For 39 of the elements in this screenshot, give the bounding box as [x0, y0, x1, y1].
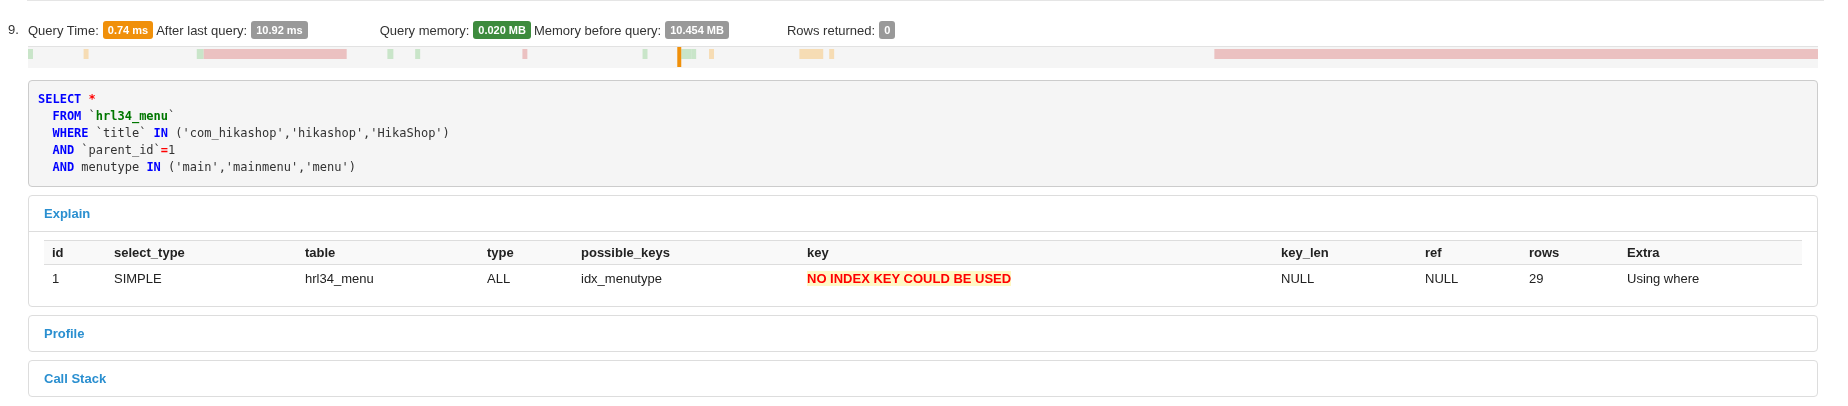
stat-label: Rows returned:: [786, 22, 876, 38]
panel-header-link[interactable]: Call Stack: [29, 361, 1817, 396]
table-cell: hrl34_menu: [305, 271, 374, 286]
code-line: WHERE `title` IN ('com_hikashop','hikashop','HikaShop'): [52, 125, 450, 142]
stat-badge: 10.454 MB: [665, 21, 729, 39]
table-cell: idx_menutype: [581, 271, 662, 286]
stat-label: Query memory:: [379, 22, 470, 38]
table-cell: NO INDEX KEY COULD BE USED: [807, 271, 1012, 286]
table-cell: SIMPLE: [114, 271, 162, 286]
panel-header-link[interactable]: Explain: [29, 196, 1817, 232]
column-header: key_len: [1273, 240, 1417, 265]
code-line: AND `parent_id`=1: [52, 142, 176, 159]
code-line: FROM `hrl34_menu`: [52, 108, 176, 125]
column-header: key: [799, 240, 1273, 265]
column-header: type: [479, 240, 573, 265]
panel-header-link[interactable]: Profile: [29, 316, 1817, 351]
stat-badge: 0.020 MB: [473, 21, 531, 39]
column-header: possible_keys: [573, 240, 799, 265]
table-cell: ALL: [487, 271, 511, 286]
table-cell: Using where: [1627, 271, 1700, 286]
column-header: select_type: [106, 240, 297, 265]
column-header: ref: [1417, 240, 1521, 265]
table-cell: 29: [1529, 271, 1544, 286]
column-header: rows: [1521, 240, 1619, 265]
stat-badge: 0: [879, 21, 896, 39]
stat-badge: 10.92 ms: [251, 21, 308, 39]
stat-label: After last query:: [156, 22, 248, 38]
column-header: table: [297, 240, 479, 265]
table-cell: NULL: [1281, 271, 1315, 286]
code-line: SELECT *: [38, 91, 96, 108]
table-cell: NULL: [1425, 271, 1459, 286]
column-header: id: [44, 240, 106, 265]
code-line: AND menutype IN ('main','mainmenu','menu'): [52, 159, 356, 176]
column-header: Extra: [1619, 240, 1802, 265]
stat-label: Query Time:: [28, 22, 99, 38]
query-number: 9.: [8, 21, 20, 39]
stat-label: Memory before query:: [534, 22, 662, 38]
table-cell: 1: [52, 271, 60, 286]
stat-badge: 0.74 ms: [102, 21, 154, 39]
